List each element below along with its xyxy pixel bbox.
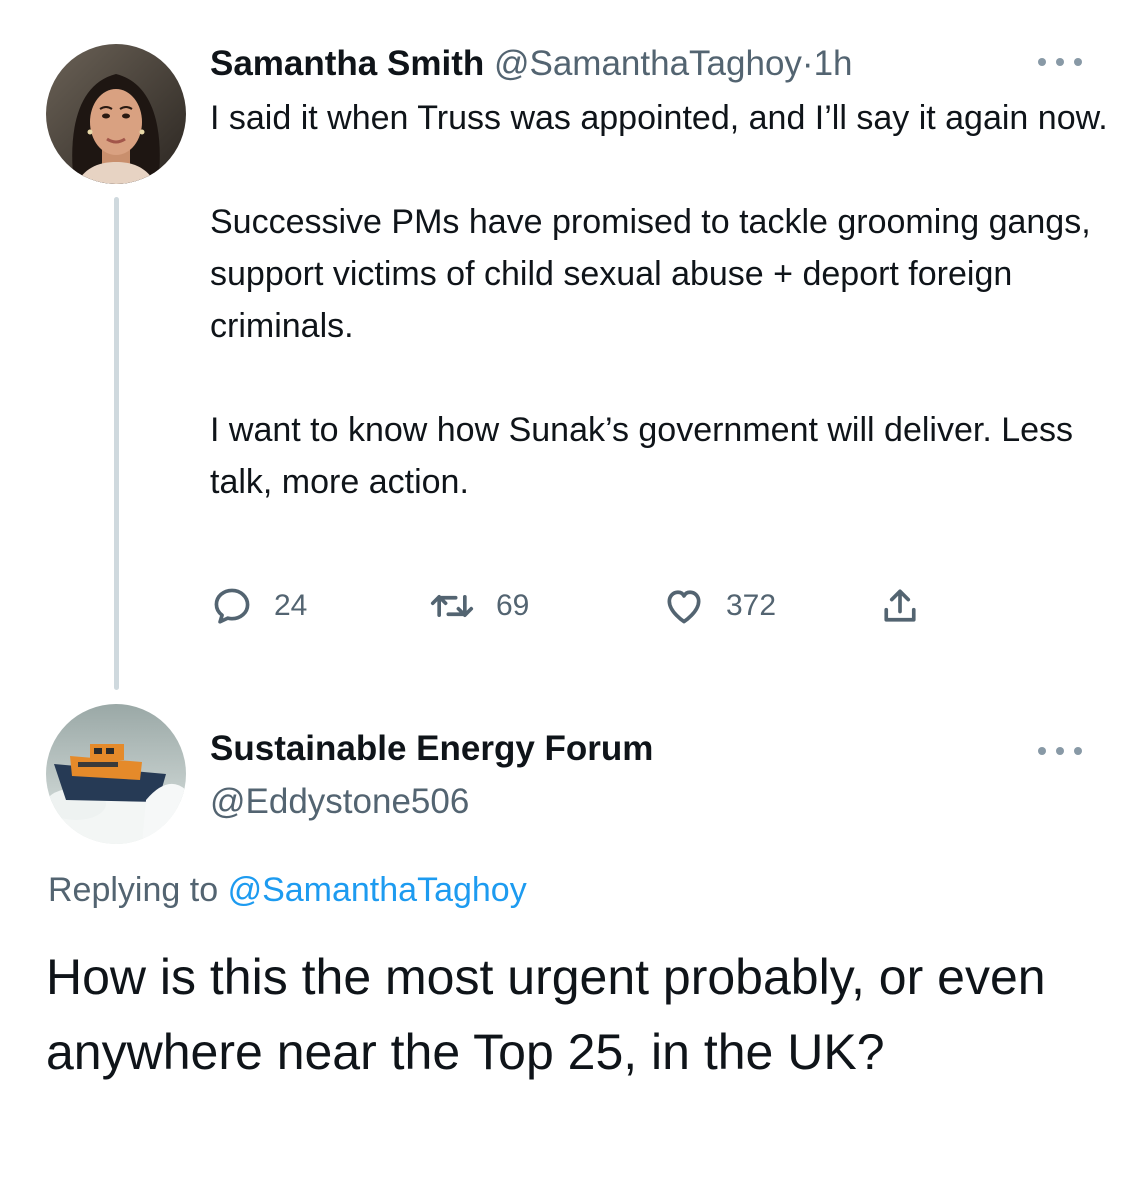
tweet-header: Samantha Smith @SamanthaTaghoy·1h — [210, 42, 853, 86]
replying-to-label: Replying to — [48, 871, 219, 909]
reply-body: How is this the most urgent probably, or… — [46, 949, 1046, 1080]
reply-count: 24 — [274, 589, 308, 622]
display-name[interactable]: Samantha Smith — [210, 44, 484, 83]
display-name[interactable]: Sustainable Energy Forum — [210, 727, 653, 771]
like-button[interactable]: 372 — [662, 583, 776, 629]
retweet-icon — [430, 595, 474, 617]
share-button[interactable] — [878, 583, 922, 629]
replying-to-handle-link[interactable]: @SamanthaTaghoy — [228, 871, 527, 909]
more-dots-icon[interactable] — [1038, 741, 1082, 761]
like-count: 372 — [726, 589, 777, 622]
time-separator: · — [801, 44, 814, 83]
tweet-body: I said it when Truss was appointed, and … — [210, 92, 1110, 508]
replying-to-line: Replying to @SamanthaTaghoy — [48, 866, 527, 914]
more-dots-icon[interactable] — [1038, 52, 1082, 72]
tweet-paragraph: I said it when Truss was appointed, and … — [210, 99, 1108, 137]
retweet-button[interactable]: 69 — [428, 583, 529, 629]
avatar-sustainable-energy-forum[interactable] — [46, 704, 186, 844]
tweet-paragraph: Successive PMs have promised to tackle g… — [210, 203, 1091, 345]
retweet-count: 69 — [496, 589, 530, 622]
user-handle[interactable]: @Eddystone506 — [210, 780, 469, 824]
tweet-paragraph: I want to know how Sunak’s government wi… — [210, 411, 1074, 501]
heart-icon — [667, 590, 701, 624]
share-upload-icon — [884, 589, 916, 622]
user-handle[interactable]: @SamanthaTaghoy — [494, 44, 802, 83]
reply-button[interactable]: 24 — [210, 583, 307, 629]
avatar-samantha-smith[interactable] — [46, 44, 186, 184]
thread-connector-line — [114, 197, 119, 690]
reply-bubble-icon — [214, 588, 250, 624]
tweet-timestamp[interactable]: 1h — [814, 44, 853, 83]
